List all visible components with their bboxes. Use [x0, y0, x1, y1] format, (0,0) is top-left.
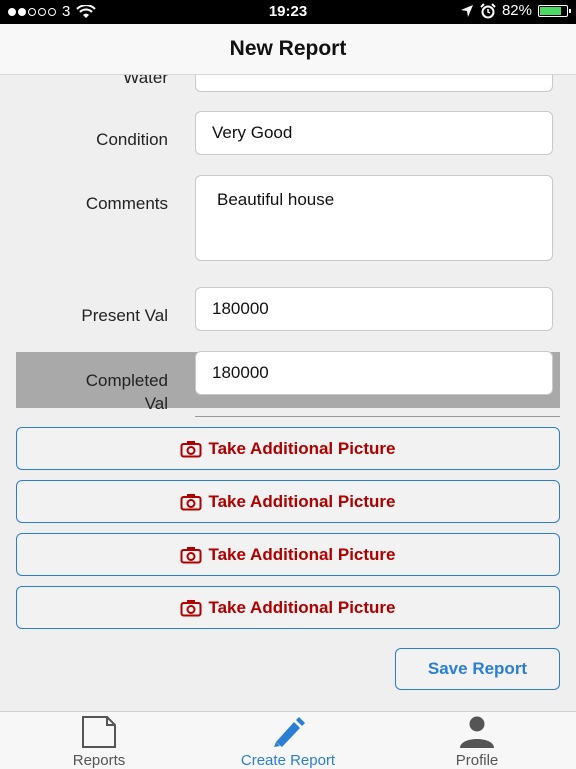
alarm-icon: [480, 2, 496, 18]
pencil-icon: [274, 717, 305, 747]
status-bar: 3 19:23 82%: [0, 0, 576, 24]
location-arrow-icon: [460, 4, 473, 17]
tab-reports[interactable]: Reports: [3, 712, 195, 769]
tab-label: Create Report: [240, 752, 336, 769]
person-icon: [460, 716, 494, 748]
tab-profile[interactable]: Profile: [381, 712, 573, 769]
completed-val-label: Completed: [85, 371, 168, 390]
take-picture-label: Take Additional Picture: [208, 438, 396, 458]
take-picture-label: Take Additional Picture: [208, 597, 396, 617]
camera-icon: [180, 546, 202, 563]
status-right-group: 82%: [460, 2, 571, 19]
condition-field[interactable]: Very Good: [195, 111, 553, 155]
completed-val-label-line2: Val: [144, 394, 168, 413]
camera-icon: [180, 493, 202, 510]
tab-create-report[interactable]: Create Report: [192, 712, 384, 769]
take-picture-label: Take Additional Picture: [208, 491, 396, 511]
present-val-field[interactable]: 180000: [195, 287, 553, 331]
divider: [195, 416, 560, 417]
take-picture-button-4[interactable]: Take Additional Picture: [16, 586, 560, 629]
report-form: Water Mains Condition Very Good Comments…: [0, 75, 576, 711]
battery-percentage: 82%: [501, 2, 532, 19]
tab-label: Profile: [455, 752, 499, 769]
comments-label: Comments: [85, 194, 168, 213]
take-picture-button-1[interactable]: Take Additional Picture: [16, 427, 560, 470]
document-icon: [82, 716, 116, 748]
comments-field[interactable]: Beautiful house: [195, 175, 553, 261]
take-picture-button-3[interactable]: Take Additional Picture: [16, 533, 560, 576]
present-val-label: Present Val: [81, 306, 168, 325]
tab-bar: Reports Create Report Profile: [0, 711, 576, 769]
camera-icon: [180, 599, 202, 616]
save-report-button[interactable]: Save Report: [395, 648, 560, 690]
water-label: Water: [123, 75, 168, 87]
take-picture-label: Take Additional Picture: [208, 544, 396, 564]
take-picture-button-2[interactable]: Take Additional Picture: [16, 480, 560, 523]
tab-label: Reports: [72, 752, 126, 769]
camera-icon: [180, 440, 202, 457]
completed-val-field[interactable]: 180000: [195, 351, 553, 395]
water-field[interactable]: Mains: [195, 75, 553, 92]
condition-label: Condition: [96, 130, 168, 149]
battery-icon: [538, 4, 571, 17]
page-title: New Report: [0, 24, 576, 75]
